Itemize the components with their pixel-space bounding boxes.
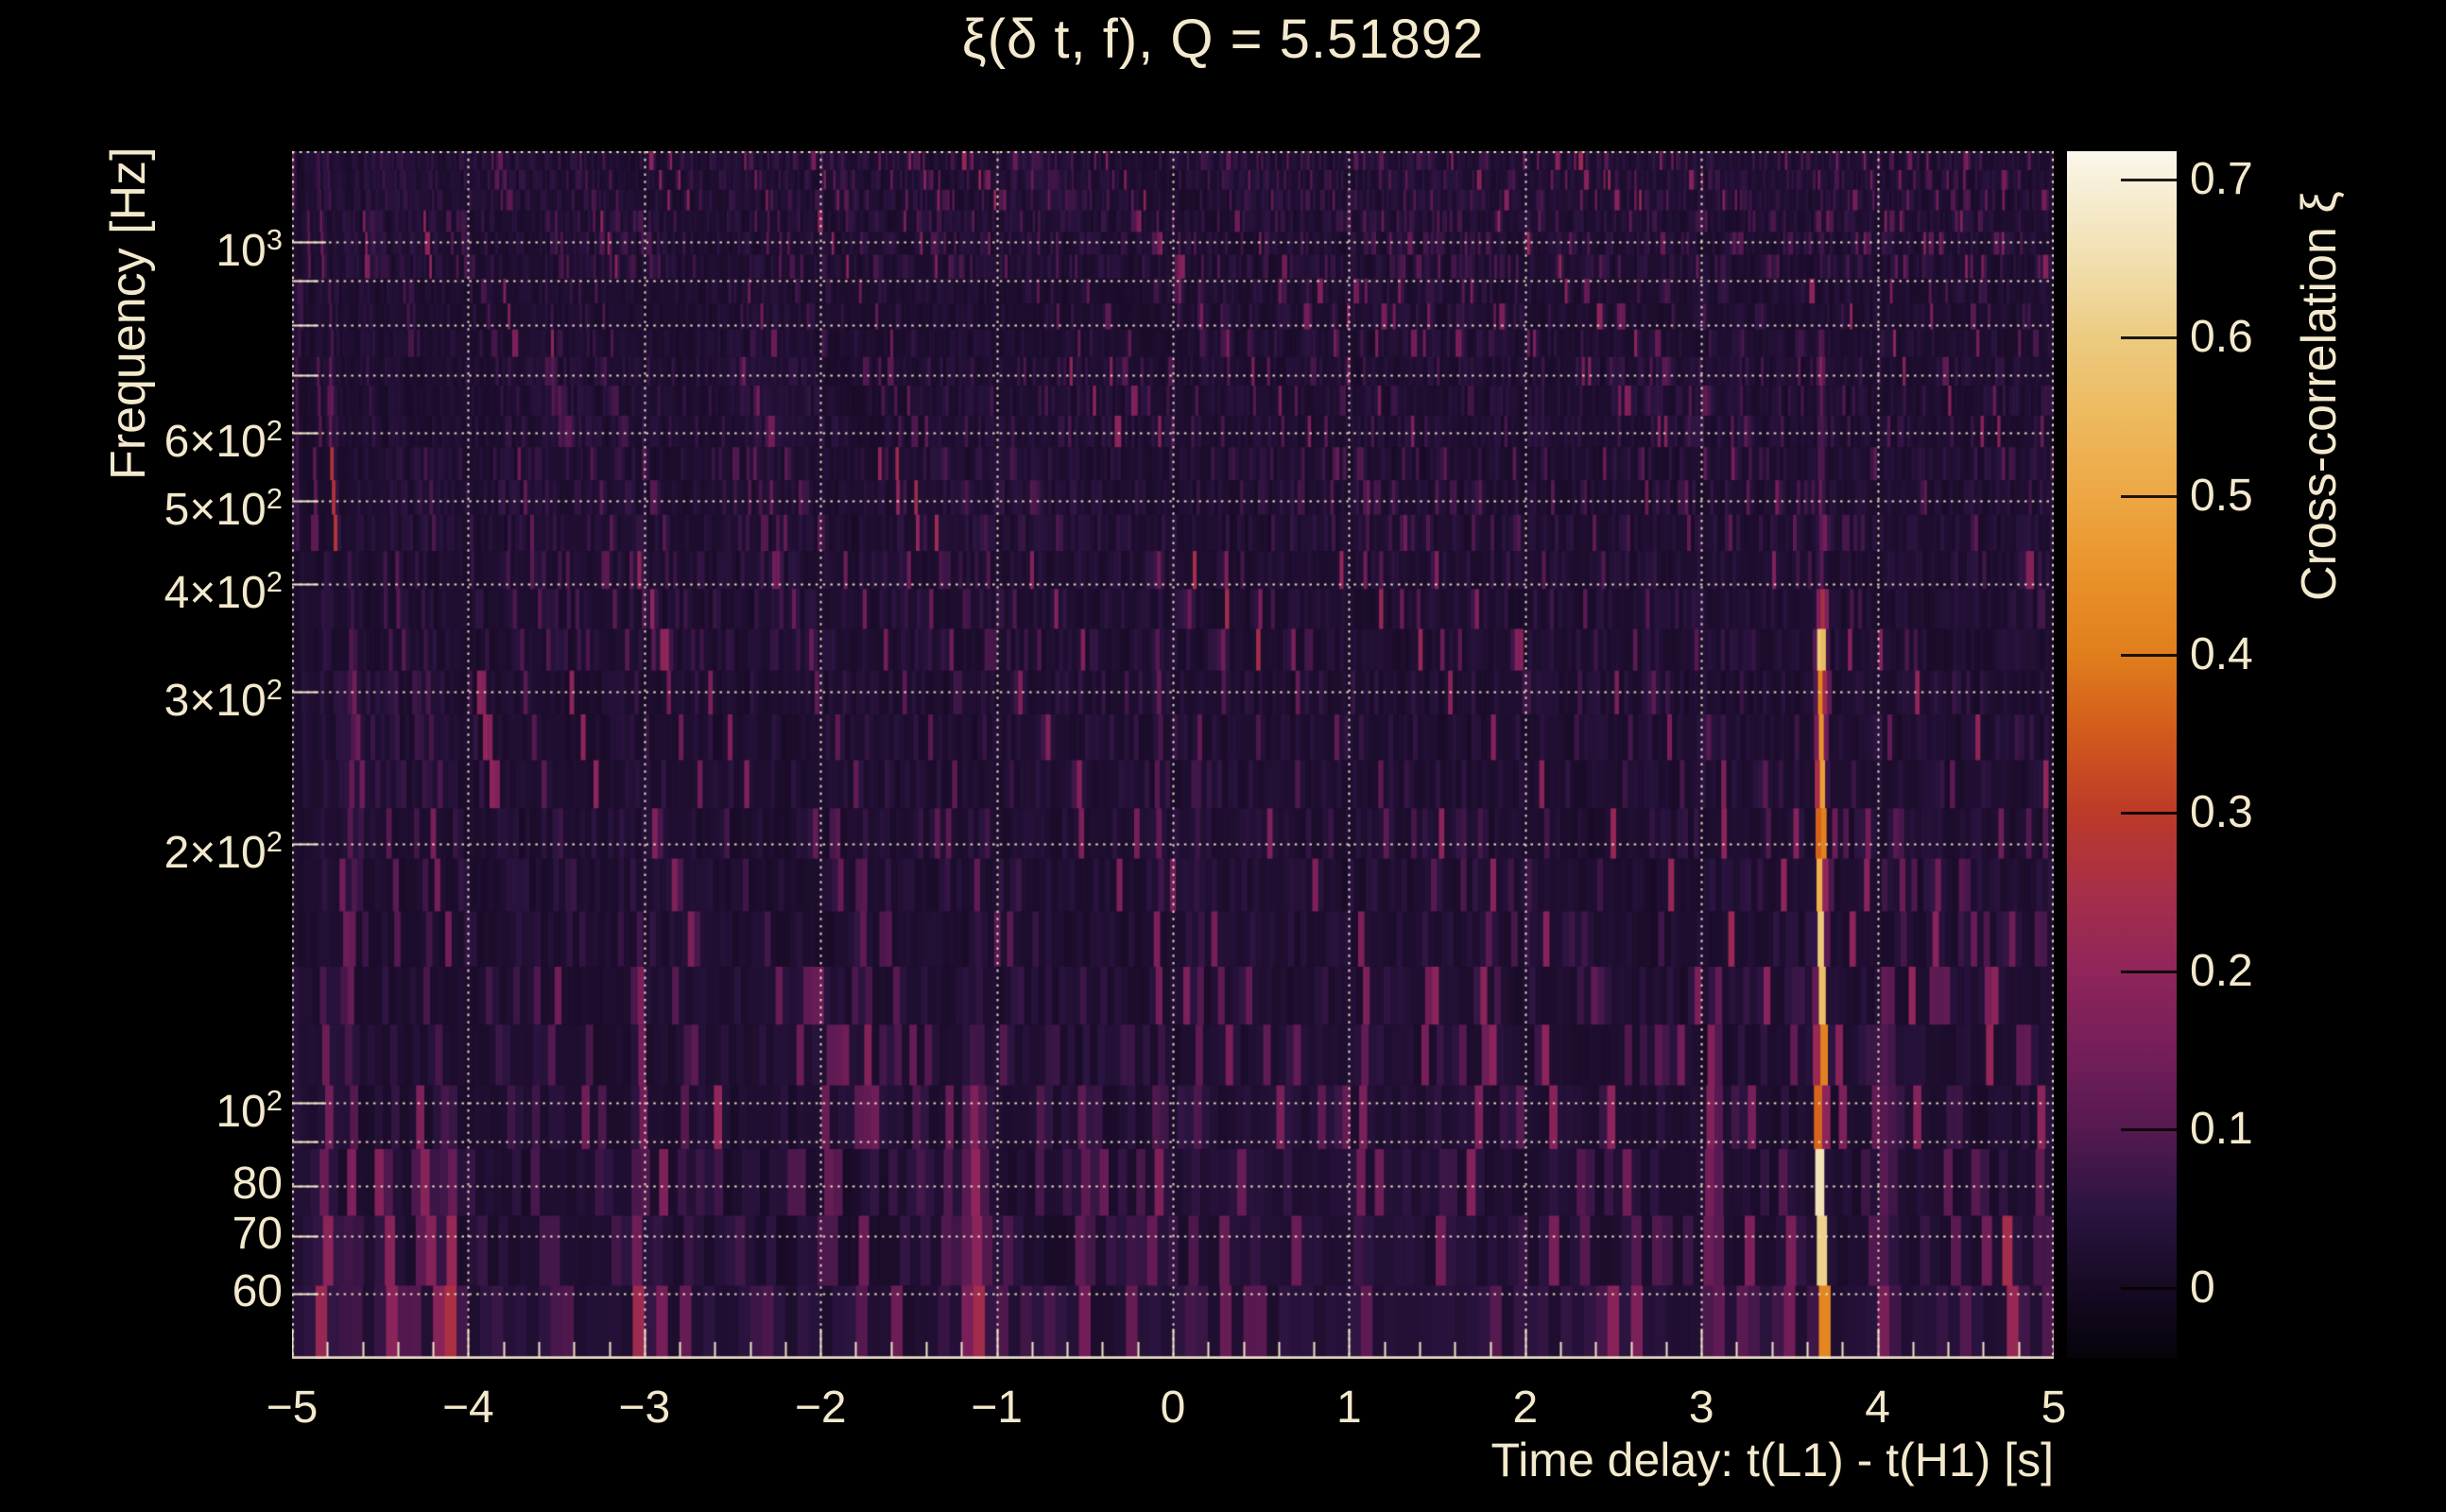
colorbar-tick-mark bbox=[2121, 812, 2177, 816]
colorbar-tick-mark bbox=[2121, 653, 2177, 657]
colorbar-tick-label: 0.4 bbox=[2190, 628, 2253, 679]
x-tick-label: 0 bbox=[1160, 1383, 1186, 1433]
colorbar-tick-label: 0.5 bbox=[2190, 471, 2253, 521]
colorbar-title: Cross-correlation ξ bbox=[2292, 191, 2347, 601]
x-tick-label: 2 bbox=[1512, 1383, 1539, 1433]
colorbar-tick-mark bbox=[2121, 336, 2177, 340]
x-axis-title: Time delay: t(L1) - t(H1) [s] bbox=[1490, 1434, 2054, 1486]
y-tick-label: 6×102 bbox=[164, 413, 283, 467]
heatmap-plot-area bbox=[292, 151, 2054, 1359]
root-canvas: ξ(δ t, f), Q = 5.51892 Frequency [Hz] Ti… bbox=[0, 0, 2446, 1512]
y-tick-label: 60 bbox=[232, 1265, 283, 1316]
y-tick-label: 70 bbox=[232, 1208, 283, 1259]
x-tick-label: −2 bbox=[794, 1383, 847, 1433]
colorbar-tick-label: 0.3 bbox=[2190, 787, 2253, 838]
y-tick-label: 80 bbox=[232, 1159, 283, 1210]
page-title: ξ(δ t, f), Q = 5.51892 bbox=[961, 9, 1485, 70]
y-tick-label: 3×102 bbox=[164, 673, 283, 727]
y-tick-label: 2×102 bbox=[164, 824, 283, 878]
colorbar-tick-label: 0.2 bbox=[2190, 945, 2253, 996]
colorbar-tick-mark bbox=[2121, 1128, 2177, 1132]
x-tick-label: 3 bbox=[1688, 1383, 1714, 1433]
colorbar-tick-label: 0.7 bbox=[2190, 153, 2253, 204]
x-tick-label: 4 bbox=[1865, 1383, 1890, 1433]
colorbar-tick-mark bbox=[2121, 970, 2177, 973]
y-tick-label: 102 bbox=[215, 1083, 283, 1137]
y-tick-label: 5×102 bbox=[164, 482, 283, 536]
x-tick-label: −3 bbox=[618, 1383, 671, 1433]
x-tick-label: −4 bbox=[442, 1383, 494, 1433]
colorbar-tick-label: 0.1 bbox=[2190, 1104, 2253, 1155]
colorbar-tick-mark bbox=[2121, 495, 2177, 498]
y-tick-label: 103 bbox=[215, 222, 283, 276]
colorbar-tick-label: 0 bbox=[2190, 1263, 2215, 1313]
x-tick-label: 1 bbox=[1336, 1383, 1362, 1433]
colorbar bbox=[2067, 151, 2177, 1358]
x-tick-label: 5 bbox=[2041, 1383, 2067, 1433]
colorbar-tick-mark bbox=[2121, 1287, 2177, 1290]
colorbar-tick-mark bbox=[2121, 178, 2177, 181]
colorbar-tick-label: 0.6 bbox=[2190, 312, 2253, 363]
x-tick-label: −5 bbox=[266, 1383, 319, 1433]
x-tick-label: −1 bbox=[971, 1383, 1023, 1433]
y-tick-label: 4×102 bbox=[164, 565, 283, 619]
